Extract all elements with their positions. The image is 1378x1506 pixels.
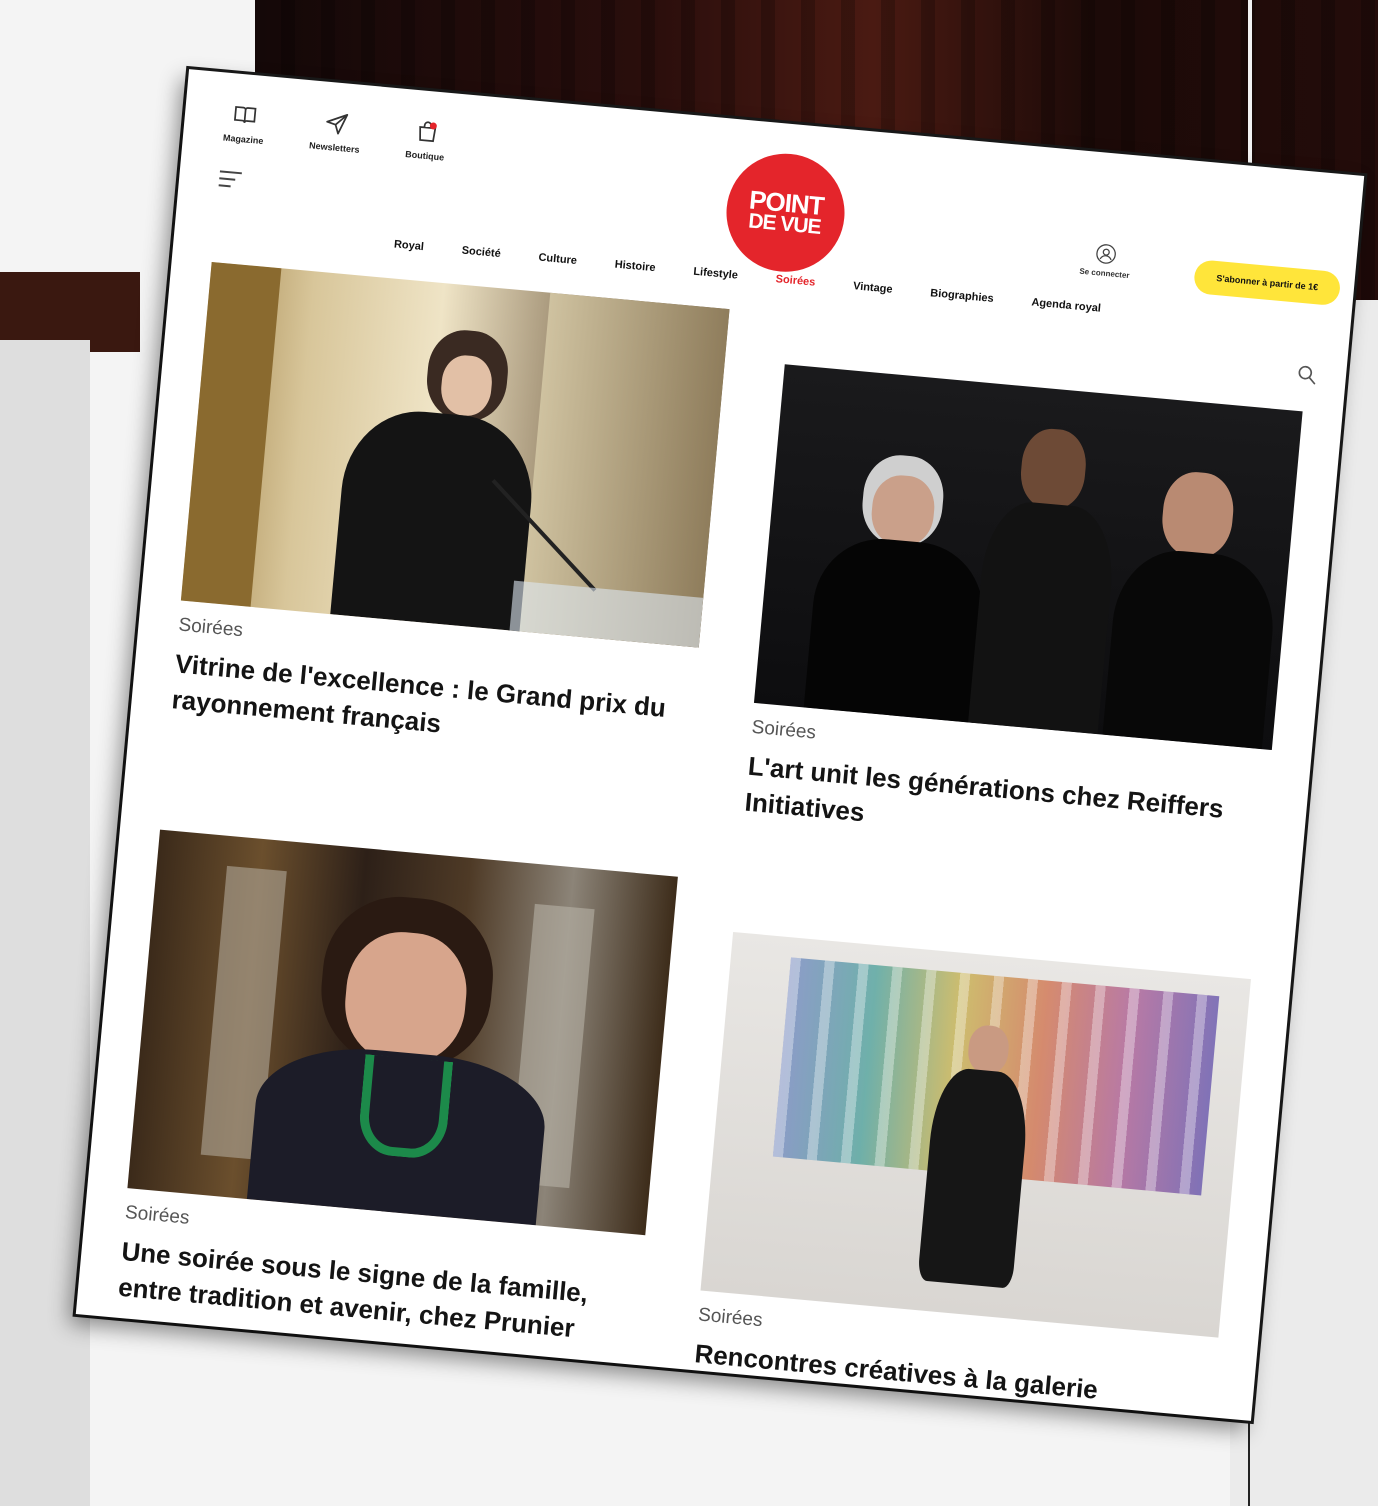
nav-item-societe[interactable]: Société (461, 245, 501, 260)
photo-detail (1017, 426, 1089, 512)
photo-detail (1102, 545, 1280, 750)
article-photo[interactable] (127, 829, 678, 1236)
nav-item-histoire[interactable]: Histoire (614, 259, 656, 275)
article-photo[interactable] (700, 931, 1251, 1338)
photo-detail (180, 261, 282, 607)
article-photo[interactable] (180, 261, 730, 648)
quick-link-newsletters[interactable]: Newsletters (308, 108, 363, 155)
website-page: Magazine Newsletters Boutique POINT DE V… (75, 69, 1365, 1421)
nav-item-lifestyle[interactable]: Lifestyle (693, 266, 739, 282)
account-link[interactable]: Se connecter (1079, 241, 1132, 280)
nav-item-vintage[interactable]: Vintage (853, 280, 893, 296)
account-label: Se connecter (1079, 266, 1130, 281)
book-icon (231, 101, 259, 129)
quick-links: Magazine Newsletters Boutique (223, 101, 448, 163)
hamburger-menu-icon[interactable] (218, 170, 242, 193)
nav-item-soirees[interactable]: Soirées (775, 273, 816, 289)
logo-text: DE VUE (747, 209, 822, 240)
search-icon[interactable] (1295, 363, 1319, 387)
quick-link-label: Newsletters (308, 140, 360, 155)
nav-item-culture[interactable]: Culture (538, 252, 577, 267)
shopping-bag-icon (413, 118, 441, 146)
article-card[interactable]: Soirées Une soirée sous le signe de la f… (117, 829, 678, 1353)
quick-link-label: Magazine (222, 132, 264, 147)
photo-detail (330, 405, 539, 632)
subscribe-button[interactable]: S'abonner à partir de 1€ (1192, 259, 1342, 307)
quick-link-boutique[interactable]: Boutique (404, 117, 448, 163)
photo-detail (1159, 469, 1237, 561)
nav-item-royal[interactable]: Royal (393, 238, 424, 253)
nav-item-biographies[interactable]: Biographies (930, 287, 994, 305)
site-logo[interactable]: POINT DE VUE (721, 148, 850, 277)
article-photo[interactable] (753, 364, 1303, 751)
article-card[interactable]: Soirées Rencontres créatives à la galeri… (690, 931, 1251, 1421)
photo-detail (803, 533, 989, 723)
quick-link-magazine[interactable]: Magazine (223, 101, 267, 146)
article-card[interactable]: Soirées L'art unit les générations chez … (743, 364, 1303, 867)
background-paper-left (0, 340, 90, 1506)
article-card[interactable]: Soirées Vitrine de l'excellence : le Gra… (170, 261, 730, 765)
photo-detail (968, 498, 1118, 735)
nav-item-agenda-royal[interactable]: Agenda royal (1031, 296, 1101, 314)
user-icon (1094, 242, 1118, 266)
send-icon (322, 110, 350, 138)
quick-link-label: Boutique (404, 149, 445, 163)
